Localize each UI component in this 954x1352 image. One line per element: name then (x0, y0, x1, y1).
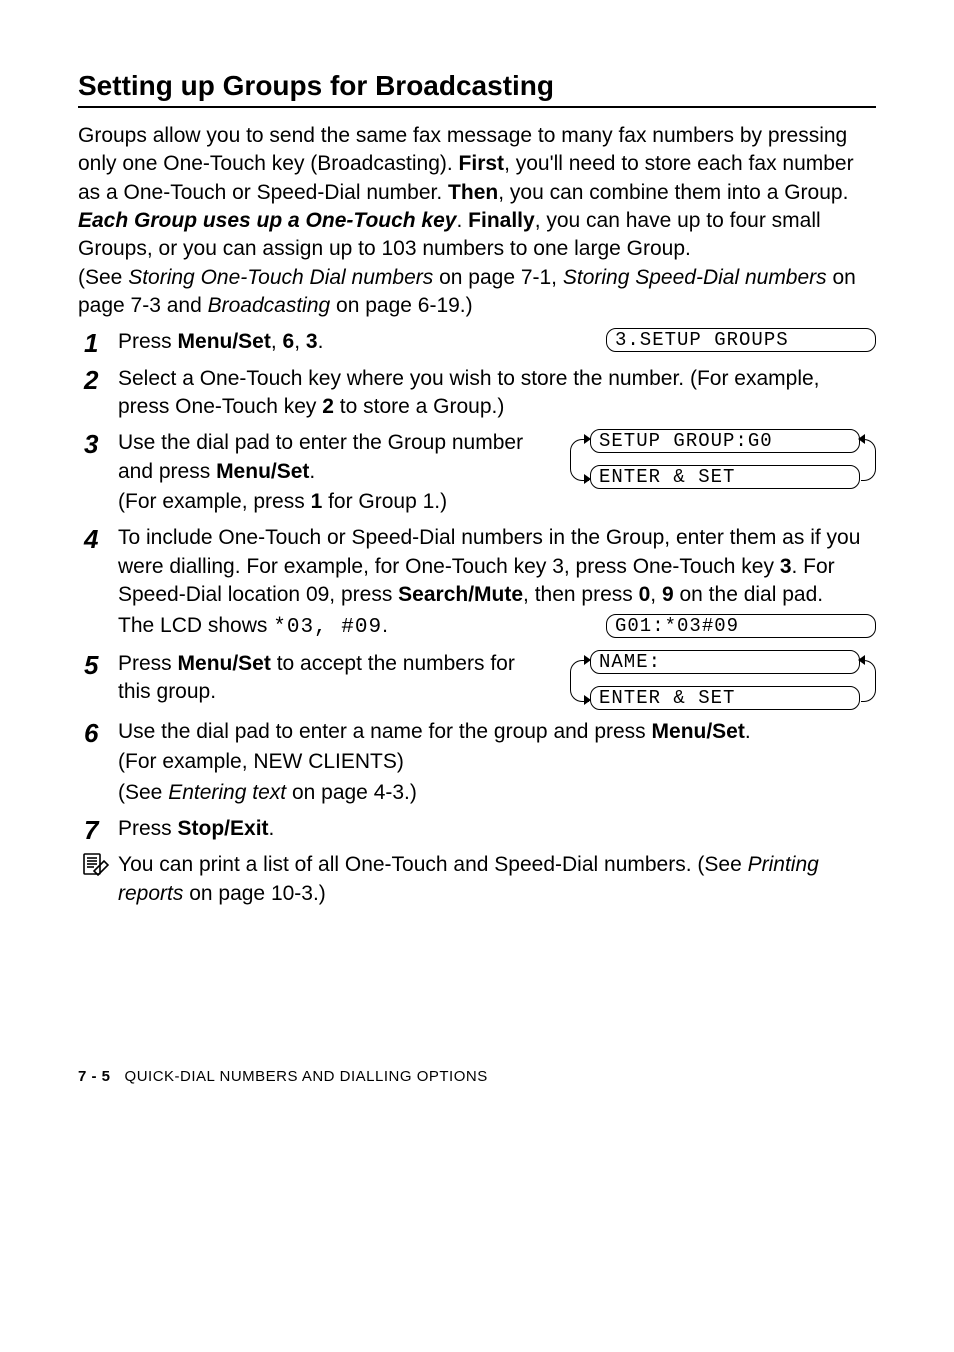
step-3: SETUP GROUP:G0 ENTER & SET Use the dial … (78, 429, 876, 516)
text: Press (118, 330, 178, 353)
footer-chapter: QUICK-DIAL NUMBERS AND DIALLING OPTIONS (125, 1068, 488, 1085)
step-text: To include One-Touch or Speed-Dial numbe… (118, 524, 876, 609)
key-3: 3 (780, 555, 792, 578)
key-stopexit: Stop/Exit (178, 817, 269, 840)
step-2: Select a One-Touch key where you wish to… (78, 365, 876, 422)
step-4: To include One-Touch or Speed-Dial numbe… (78, 524, 876, 641)
document-page: Setting up Groups for Broadcasting Group… (0, 0, 954, 1135)
key-menuset: Menu/Set (652, 720, 745, 743)
key-3: 3 (306, 330, 318, 353)
text: . (318, 330, 324, 353)
text: on page 4-3.) (286, 781, 417, 804)
lcd-stack-name: NAME: ENTER & SET (566, 650, 876, 710)
page-footer: 7 - 5 QUICK-DIAL NUMBERS AND DIALLING OP… (78, 1068, 876, 1085)
intro-ref: Storing Speed-Dial numbers (563, 266, 827, 289)
text: . (745, 720, 751, 743)
arrowhead-icon (858, 655, 865, 665)
text: . (269, 817, 275, 840)
key-6: 6 (283, 330, 295, 353)
lcd-stack-setup-group: SETUP GROUP:G0 ENTER & SET (566, 429, 876, 489)
intro-see: (See (78, 266, 128, 289)
text: for Group 1.) (322, 490, 447, 513)
text: , (294, 330, 306, 353)
text: on page 10-3.) (183, 882, 325, 905)
step-7: Press Stop/Exit. (78, 815, 876, 843)
lcd-enter-set: ENTER & SET (590, 686, 860, 710)
arrowhead-icon (584, 655, 591, 665)
step-text: Use the dial pad to enter a name for the… (118, 718, 876, 746)
arrowhead-icon (584, 695, 591, 705)
intro-text: on page 7-1, (433, 266, 563, 289)
lcd-setup-groups: 3.SETUP GROUPS (606, 328, 876, 352)
text: The LCD shows (118, 614, 273, 637)
lcd-enter-set: ENTER & SET (590, 465, 860, 489)
text: , then press (523, 583, 639, 606)
intro-ref: Broadcasting (208, 294, 331, 317)
text: , (271, 330, 283, 353)
text: (See (118, 781, 168, 804)
text: Press (118, 817, 178, 840)
note-icon (78, 851, 112, 891)
step-subtext: (For example, press 1 for Group 1.) (118, 488, 876, 516)
ref-entering-text: Entering text (168, 781, 286, 804)
text: (For example, press (118, 490, 311, 513)
note: You can print a list of all One-Touch an… (78, 851, 876, 908)
intro-first: First (459, 152, 505, 175)
key-menuset: Menu/Set (216, 460, 309, 483)
step-text: Select a One-Touch key where you wish to… (118, 365, 876, 422)
text: Use the dial pad to enter a name for the… (118, 720, 652, 743)
lcd-code: *03, #09 (273, 616, 382, 639)
key-menuset: Menu/Set (178, 652, 271, 675)
lcd-setup-group-g0: SETUP GROUP:G0 (590, 429, 860, 453)
step-subtext: (For example, NEW CLIENTS) (118, 748, 876, 776)
key-1: 1 (311, 490, 323, 513)
text: on the dial pad. (674, 583, 823, 606)
arrowhead-icon (584, 434, 591, 444)
intro-finally: Finally (468, 209, 535, 232)
text: Press (118, 652, 178, 675)
text: You can print a list of all One-Touch an… (118, 853, 748, 876)
intro-text: on page 6-19.) (330, 294, 472, 317)
lcd-g01: G01:*03#09 (606, 614, 876, 638)
intro-text: . (456, 209, 468, 232)
footer-page: 7 - 5 (78, 1068, 111, 1085)
step-text: Press Stop/Exit. (118, 815, 876, 843)
text: Use the dial pad to enter the Group numb… (118, 431, 523, 482)
note-text: You can print a list of all One-Touch an… (118, 851, 876, 908)
lcd-name: NAME: (590, 650, 860, 674)
step-subtext: (See Entering text on page 4-3.) (118, 779, 876, 807)
key-menuset: Menu/Set (178, 330, 271, 353)
text: To include One-Touch or Speed-Dial numbe… (118, 526, 860, 577)
intro-text: , you can combine them into a Group. (498, 181, 848, 204)
step-1: 3.SETUP GROUPS Press Menu/Set, 6, 3. (78, 328, 876, 356)
intro-ref: Storing One-Touch Dial numbers (128, 266, 433, 289)
step-6: Use the dial pad to enter a name for the… (78, 718, 876, 807)
steps-list: 3.SETUP GROUPS Press Menu/Set, 6, 3. Sel… (78, 328, 876, 843)
text: . (309, 460, 315, 483)
text: , (650, 583, 662, 606)
text: to store a Group.) (334, 395, 504, 418)
arrowhead-icon (858, 434, 865, 444)
key-searchmute: Search/Mute (398, 583, 523, 606)
intro-paragraph: Groups allow you to send the same fax me… (78, 122, 876, 320)
intro-then: Then (448, 181, 498, 204)
arrowhead-icon (584, 474, 591, 484)
text: . (382, 614, 388, 637)
key-0: 0 (639, 583, 651, 606)
section-heading: Setting up Groups for Broadcasting (78, 70, 876, 108)
intro-each-group: Each Group uses up a One-Touch key (78, 209, 456, 232)
step-5: NAME: ENTER & SET Press Menu/Set to acce… (78, 650, 876, 710)
key-2: 2 (322, 395, 334, 418)
key-9: 9 (662, 583, 674, 606)
